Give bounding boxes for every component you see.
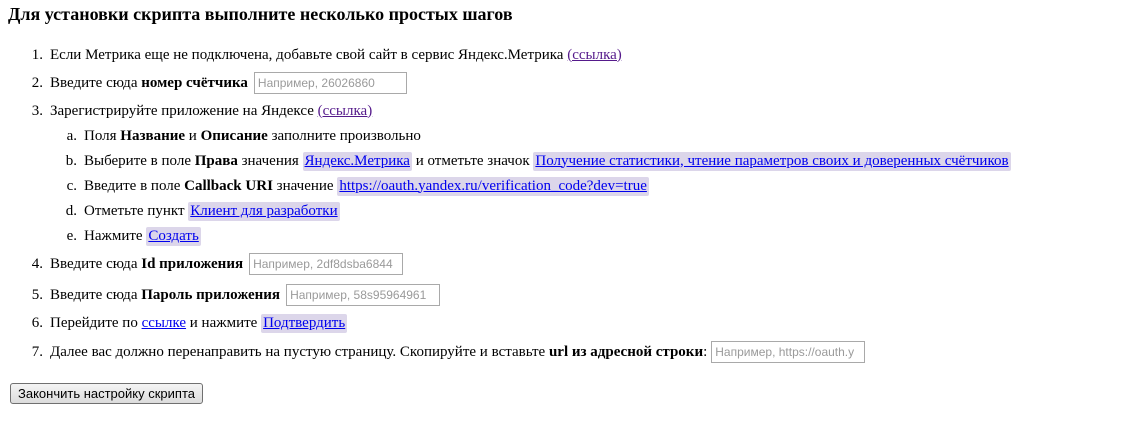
substep-letter: d. [65, 202, 77, 219]
step-bold-label: url из адресной строки [548, 343, 704, 360]
redirect-url-input[interactable] [711, 341, 866, 363]
substep-e: e. Нажмите Создать [65, 224, 201, 248]
metrika-link[interactable]: (ссылка) [567, 47, 622, 64]
substep-text: заполните произвольно [271, 127, 421, 144]
step-bold-label: номер счётчика [141, 74, 248, 91]
finish-setup-button[interactable]: Закончить настройку скрипта [10, 383, 203, 404]
substep-a: a. Поля Название и Описание заполните пр… [65, 124, 421, 148]
substep-text: и отметьте значок [415, 152, 530, 169]
confirm-link[interactable]: Подтвердить [263, 315, 345, 331]
substep-text: Нажмите [84, 227, 143, 244]
step-text: Перейдите по [50, 314, 138, 331]
highlight: https://oauth.yandex.ru/verification_cod… [337, 176, 649, 196]
step-text: Введите сюда [50, 286, 138, 303]
statistics-permission-link[interactable]: Получение статистики, чтение параметров … [535, 153, 1008, 169]
substep-text: Введите в поле [84, 177, 181, 194]
step-number: 4. [31, 255, 43, 272]
highlight: Клиент для разработки [188, 201, 340, 221]
step-text: Введите сюда [50, 74, 138, 91]
substep-letter: b. [65, 152, 77, 169]
substep-b: b. Выберите в поле Права значения Яндекс… [65, 149, 1011, 173]
callback-uri-link[interactable]: https://oauth.yandex.ru/verification_cod… [339, 178, 647, 194]
substep-letter: e. [66, 227, 77, 244]
substep-d: d. Отметьте пункт Клиент для разработки [65, 199, 340, 223]
substep-text: значение [276, 177, 334, 194]
substep-bold-description: Описание [200, 127, 268, 144]
step-text: Далее вас должно перенаправить на пустую… [50, 343, 546, 360]
step-text: Зарегистрируйте приложение на Яндексе [50, 102, 314, 119]
step-number: 2. [31, 74, 43, 91]
developer-client-link[interactable]: Клиент для разработки [190, 203, 337, 219]
substep-bold-name: Название [120, 127, 186, 144]
substep-text: Выберите в поле [84, 152, 191, 169]
step-6: 6. Перейдите по ссылке и нажмите Подтвер… [27, 311, 348, 335]
substep-bold-rights: Права [194, 152, 238, 169]
step-text: Введите сюда [50, 255, 138, 272]
step-number: 1. [31, 46, 43, 63]
substep-text: значения [241, 152, 299, 169]
app-id-input[interactable] [249, 253, 404, 275]
register-app-link[interactable]: (ссылка) [318, 103, 373, 120]
colon: : [703, 343, 708, 360]
yandex-metrika-link[interactable]: Яндекс.Метрика [305, 153, 410, 169]
substep-text: Поля [84, 127, 117, 144]
step-number: 7. [31, 343, 43, 360]
substep-bold-callback: Callback URI [184, 177, 273, 194]
step-1: 1. Если Метрика еще не подключена, добав… [27, 43, 622, 67]
substep-letter: c. [66, 177, 77, 194]
step-text: и нажмите [189, 314, 258, 331]
app-password-input[interactable] [286, 284, 441, 306]
step-bold-label: Пароль приложения [141, 286, 281, 303]
highlight: Яндекс.Метрика [302, 151, 412, 171]
highlight: Создать [146, 226, 201, 246]
highlight: Подтвердить [261, 313, 348, 333]
step-2: 2. Введите сюда номер счётчика [27, 71, 407, 95]
step-3: 3. Зарегистрируйте приложение на Яндексе… [27, 99, 372, 123]
substep-c: c. Введите в поле Callback URI значение … [65, 174, 649, 198]
counter-number-input[interactable] [253, 72, 407, 94]
step-5: 5. Введите сюда Пароль приложения [27, 283, 441, 307]
step-bold-label: Id приложения [141, 255, 244, 272]
step-number: 6. [31, 314, 43, 331]
step-number: 3. [31, 102, 43, 119]
substep-letter: a. [66, 127, 77, 144]
highlight: Получение статистики, чтение параметров … [533, 151, 1011, 171]
authorize-link[interactable]: ссылке [142, 315, 186, 332]
substep-text: и [188, 127, 197, 144]
substep-text: Отметьте пункт [84, 202, 185, 219]
step-4: 4. Введите сюда Id приложения [27, 252, 404, 276]
step-text: Если Метрика еще не подключена, добавьте… [50, 46, 564, 63]
step-number: 5. [31, 286, 43, 303]
page-title: Для установки скрипта выполните нескольк… [8, 4, 513, 24]
step-7: 7. Далее вас должно перенаправить на пус… [27, 340, 866, 364]
create-link[interactable]: Создать [148, 228, 198, 244]
